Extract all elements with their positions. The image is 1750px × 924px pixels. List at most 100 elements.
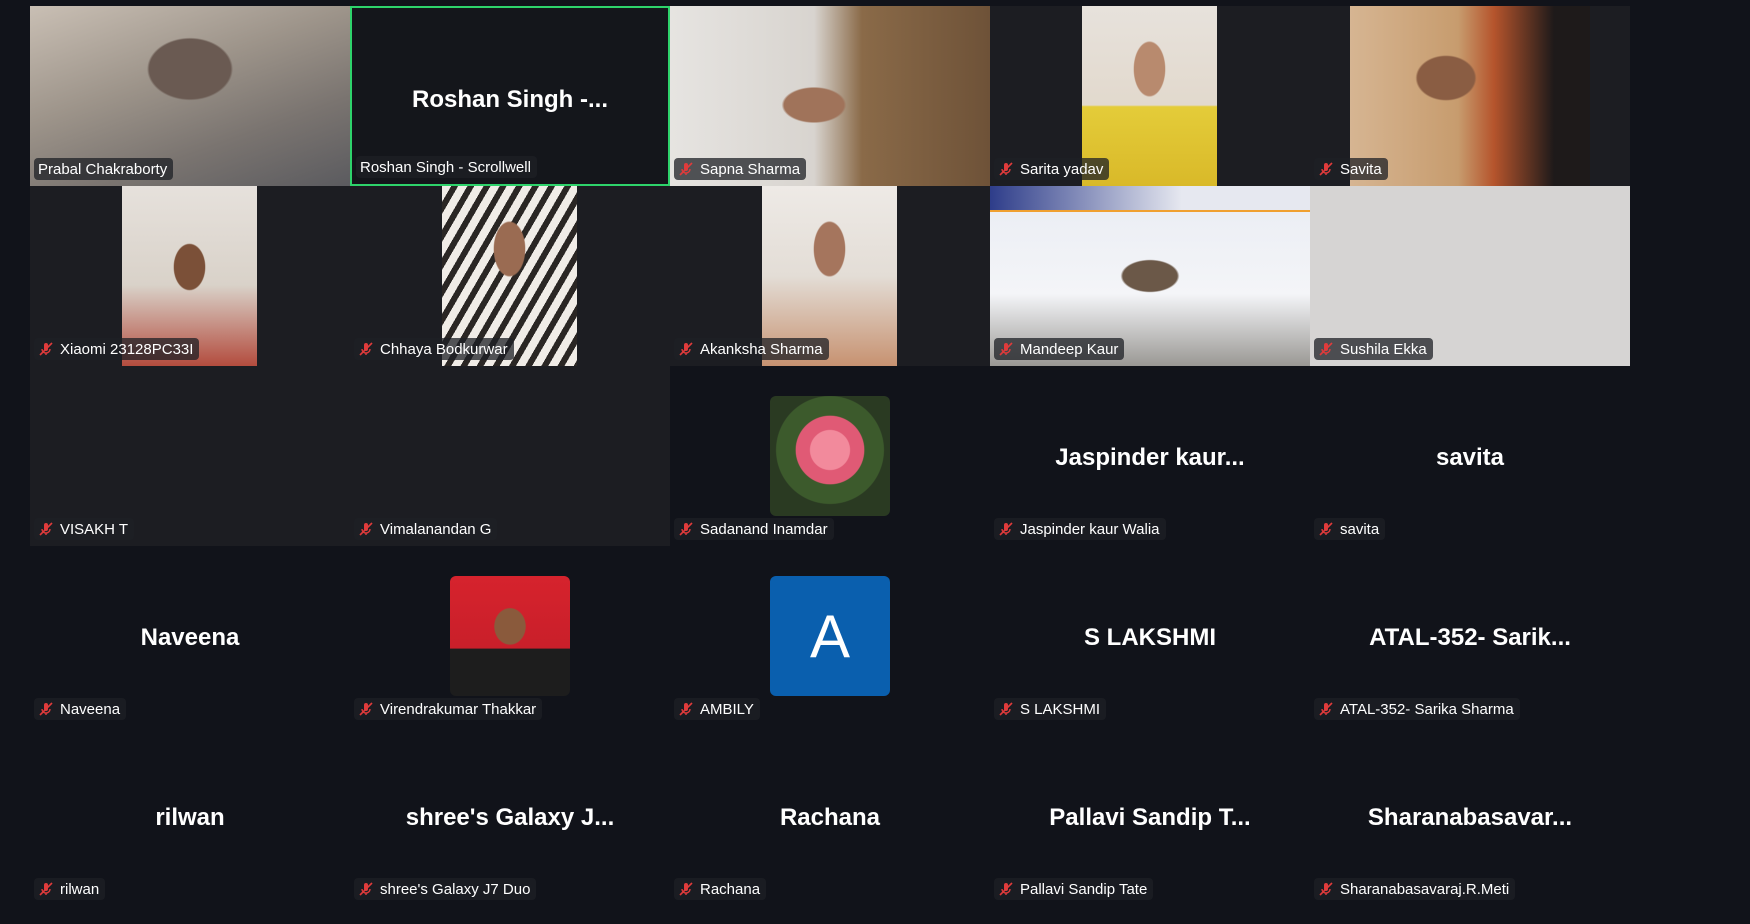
mic-muted-icon [679, 702, 693, 716]
participant-name: Chhaya Bodkurwar [380, 340, 508, 358]
participant-tile[interactable]: Jaspinder kaur... Jaspinder kaur Walia [990, 366, 1310, 546]
participant-tile[interactable]: Sushila Ekka [1310, 186, 1630, 366]
participant-tile[interactable]: Mandeep Kaur [990, 186, 1310, 366]
mic-muted-icon [679, 162, 693, 176]
participant-name: shree's Galaxy J7 Duo [380, 880, 531, 898]
participant-name: Rachana [700, 880, 761, 898]
participant-tile[interactable]: S LAKSHMI S LAKSHMI [990, 546, 1310, 726]
participant-tile[interactable]: Chhaya Bodkurwar [350, 186, 670, 366]
mic-muted-icon [679, 522, 693, 536]
participant-name: Mandeep Kaur [1020, 340, 1119, 358]
participant-display-name: Sharanabasavar... [1367, 804, 1573, 831]
participant-tile[interactable]: Naveena Naveena [30, 546, 350, 726]
participant-tile[interactable]: Virendrakumar Thakkar [350, 546, 670, 726]
participant-name: AMBILY [700, 700, 754, 718]
participant-name-label: Sushila Ekka [1314, 338, 1433, 360]
mic-muted-icon [1319, 342, 1333, 356]
participant-gallery: Prabal Chakraborty Roshan Singh -... Ros… [30, 6, 1630, 906]
participant-name-label: Sapna Sharma [674, 158, 807, 180]
mic-muted-icon [999, 522, 1013, 536]
mic-muted-icon [999, 342, 1013, 356]
participant-display-name: Pallavi Sandip T... [1049, 804, 1251, 831]
participant-name: Sharanabasavaraj.R.Meti [1340, 880, 1510, 898]
participant-tile[interactable]: ATAL-352- Sarik... ATAL-352- Sarika Shar… [1310, 546, 1630, 726]
participant-name-label: Savita [1314, 158, 1388, 180]
participant-name-label: Naveena [34, 698, 127, 720]
participant-name-label: savita [1314, 518, 1386, 540]
participant-name-label: Mandeep Kaur [994, 338, 1125, 360]
participant-name-label: Pallavi Sandip Tate [994, 878, 1154, 900]
mic-muted-icon [1319, 702, 1333, 716]
participant-name: Jaspinder kaur Walia [1020, 520, 1160, 538]
participant-name-label: Xiaomi 23128PC33I [34, 338, 200, 360]
participant-tile[interactable]: Sapna Sharma [670, 6, 990, 186]
participant-name-label: AMBILY [674, 698, 760, 720]
participant-tile[interactable]: Akanksha Sharma [670, 186, 990, 366]
participant-tile[interactable]: Sadanand Inamdar [670, 366, 990, 546]
participant-display-name: Jaspinder kaur... [1055, 444, 1245, 471]
participant-tile[interactable]: VISAKH T [30, 366, 350, 546]
mic-muted-icon [1319, 522, 1333, 536]
participant-tile[interactable]: Rachana Rachana [670, 726, 990, 906]
participant-tile[interactable]: A AMBILY [670, 546, 990, 726]
participant-name-label: Jaspinder kaur Walia [994, 518, 1166, 540]
participant-display-name: ATAL-352- Sarik... [1369, 624, 1571, 651]
mic-muted-icon [359, 342, 373, 356]
participant-name-label: Sharanabasavaraj.R.Meti [1314, 878, 1516, 900]
participant-tile[interactable]: Vimalanandan G [350, 366, 670, 546]
participant-tile[interactable]: savita savita [1310, 366, 1630, 546]
participant-display-name: savita [1435, 444, 1505, 471]
participant-name-label: Vimalanandan G [354, 518, 498, 540]
participant-tile[interactable]: Sarita yadav [990, 6, 1310, 186]
participant-name-label: S LAKSHMI [994, 698, 1107, 720]
participant-name: Sapna Sharma [700, 160, 801, 178]
participant-name: VISAKH T [60, 520, 129, 538]
participant-name: Pallavi Sandip Tate [1020, 880, 1148, 898]
participant-name-label: Virendrakumar Thakkar [354, 698, 543, 720]
mic-muted-icon [679, 882, 693, 896]
participant-tile[interactable]: Xiaomi 23128PC33I [30, 186, 350, 366]
participant-name: ATAL-352- Sarika Sharma [1340, 700, 1514, 718]
participant-tile[interactable]: Sharanabasavar... Sharanabasavaraj.R.Met… [1310, 726, 1630, 906]
participant-name-label: VISAKH T [34, 518, 135, 540]
participant-name: Sushila Ekka [1340, 340, 1427, 358]
participant-name-label: rilwan [34, 878, 106, 900]
participant-name: rilwan [60, 880, 100, 898]
conference-banner-image [990, 186, 1310, 212]
participant-avatar-image [450, 576, 570, 696]
mic-muted-icon [1319, 162, 1333, 176]
participant-tile-active-speaker[interactable]: Roshan Singh -... Roshan Singh - Scrollw… [350, 6, 670, 186]
participant-name: savita [1340, 520, 1380, 538]
participant-name: Akanksha Sharma [700, 340, 823, 358]
participant-tile[interactable]: shree's Galaxy J... shree's Galaxy J7 Du… [350, 726, 670, 906]
mic-muted-icon [39, 522, 53, 536]
participant-name-label: Sadanand Inamdar [674, 518, 834, 540]
participant-name: Prabal Chakraborty [38, 160, 168, 178]
mic-muted-icon [999, 702, 1013, 716]
mic-muted-icon [359, 882, 373, 896]
participant-display-name: S LAKSHMI [1084, 624, 1216, 651]
participant-name: Xiaomi 23128PC33I [60, 340, 194, 358]
participant-name-label: Rachana [674, 878, 767, 900]
participant-tile[interactable]: rilwan rilwan [30, 726, 350, 906]
participant-name: S LAKSHMI [1020, 700, 1101, 718]
participant-display-name: Roshan Singh -... [412, 86, 608, 113]
mic-muted-icon [1319, 882, 1333, 896]
mic-muted-icon [359, 522, 373, 536]
participant-name-label: ATAL-352- Sarika Sharma [1314, 698, 1520, 720]
participant-name-label: Sarita yadav [994, 158, 1110, 180]
participant-name: Vimalanandan G [380, 520, 492, 538]
participant-name: Savita [1340, 160, 1382, 178]
mic-muted-icon [359, 702, 373, 716]
participant-tile[interactable]: Savita [1310, 6, 1630, 186]
participant-display-name: Rachana [779, 804, 881, 831]
participant-tile[interactable]: Pallavi Sandip T... Pallavi Sandip Tate [990, 726, 1310, 906]
participant-name: Sadanand Inamdar [700, 520, 828, 538]
mic-muted-icon [999, 162, 1013, 176]
mic-muted-icon [39, 882, 53, 896]
participant-name-label: Chhaya Bodkurwar [354, 338, 514, 360]
participant-tile[interactable]: Prabal Chakraborty [30, 6, 350, 186]
participant-avatar-image [770, 396, 890, 516]
participant-display-name: rilwan [155, 804, 225, 831]
participant-display-name: shree's Galaxy J... [405, 804, 615, 831]
